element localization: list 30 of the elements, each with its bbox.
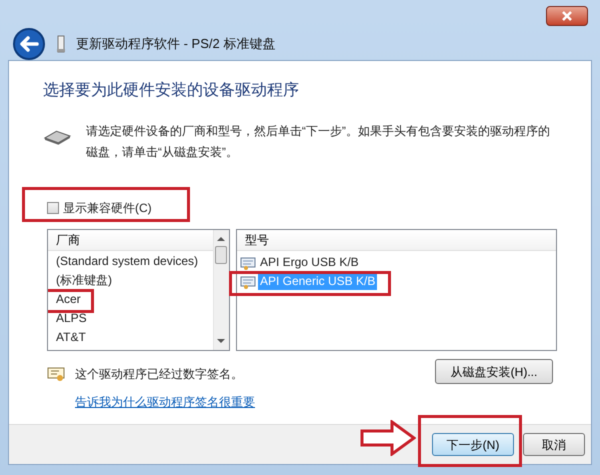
page-heading: 选择要为此硬件安装的设备驱动程序 bbox=[43, 80, 300, 101]
certificate-icon bbox=[47, 366, 65, 382]
scrollbar[interactable] bbox=[212, 230, 229, 350]
annotation-arrow bbox=[360, 420, 416, 456]
have-disk-button[interactable]: 从磁盘安装(H)... bbox=[435, 359, 553, 384]
list-item[interactable]: (标准键盘) bbox=[54, 272, 114, 289]
driver-icon bbox=[240, 274, 256, 288]
close-icon bbox=[561, 11, 573, 21]
highlight-frame bbox=[48, 289, 94, 313]
window-title: 更新驱动程序软件 - PS/2 标准键盘 bbox=[76, 35, 276, 54]
back-icon[interactable] bbox=[12, 27, 46, 61]
instructions-text: 请选定硬件设备的厂商和型号，然后单击“下一步”。如果手头有包含要安装的驱动程序的磁盘，请单击“从磁盘安装”。 bbox=[86, 123, 551, 161]
list-item[interactable]: API Ergo USB K/B bbox=[258, 254, 361, 271]
close-button[interactable] bbox=[546, 6, 588, 26]
scroll-thumb[interactable] bbox=[215, 246, 228, 264]
cancel-button[interactable]: 取消 bbox=[523, 433, 585, 456]
next-button[interactable]: 下一步(N) bbox=[432, 433, 514, 456]
keyboard-icon bbox=[43, 129, 72, 145]
signature-link[interactable]: 告诉我为什么驱动程序签名很重要 bbox=[75, 393, 435, 411]
signature-note: 这个驱动程序已经过数字签名。 bbox=[75, 366, 243, 383]
scroll-up-icon[interactable] bbox=[217, 236, 226, 242]
device-icon bbox=[56, 35, 66, 53]
list-item[interactable]: (Standard system devices) bbox=[54, 253, 200, 270]
checkbox-label[interactable]: 显示兼容硬件(C) bbox=[63, 199, 152, 217]
list-item[interactable]: Acer bbox=[54, 291, 83, 308]
list-item[interactable]: ALPS bbox=[54, 310, 89, 327]
checkbox[interactable] bbox=[47, 202, 59, 214]
list-item[interactable]: AT&T bbox=[54, 329, 88, 346]
scroll-down-icon[interactable] bbox=[217, 338, 226, 344]
driver-icon bbox=[240, 256, 256, 270]
